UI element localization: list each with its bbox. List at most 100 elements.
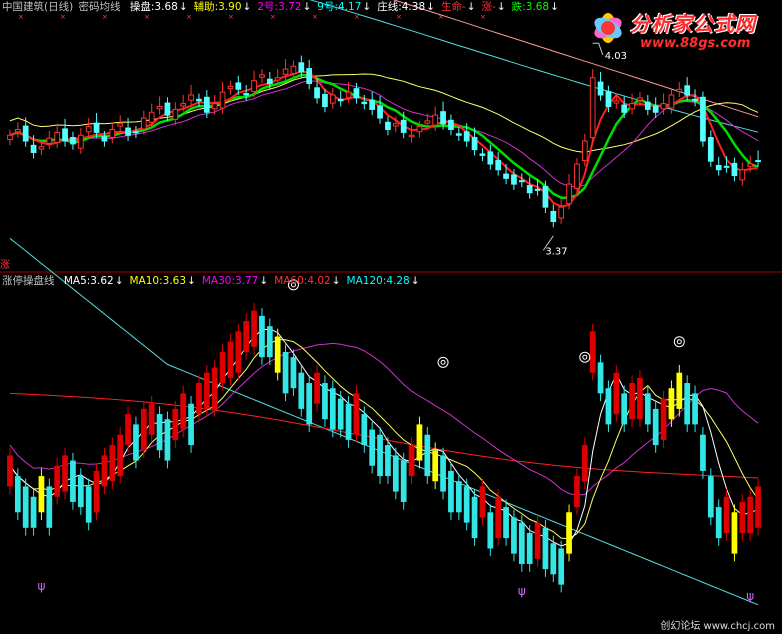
sell-signal-ring xyxy=(440,359,446,365)
top-candle xyxy=(652,105,659,113)
top-candle xyxy=(731,162,738,177)
top-candle xyxy=(637,97,643,101)
top-candle xyxy=(479,153,486,156)
top-candle xyxy=(739,169,746,181)
top-candle xyxy=(589,77,596,139)
top-candle xyxy=(707,137,714,162)
top-candle xyxy=(747,163,754,167)
top-candle xyxy=(133,131,139,134)
bottom-field-2: MA30:3.77↓ xyxy=(201,275,269,287)
top-candle xyxy=(251,80,257,93)
top-field-6: 涨-↓ xyxy=(481,1,506,13)
top-x-mark: × xyxy=(102,13,108,21)
top-candle xyxy=(85,126,92,133)
top-candle xyxy=(676,88,683,93)
top-candle xyxy=(518,180,525,183)
top-candle xyxy=(566,183,572,205)
bottom-field-3: MA60:4.02↓ xyxy=(274,275,341,287)
top-candle xyxy=(644,101,651,110)
top-candle xyxy=(298,62,305,73)
top-field-arrow-icon: ↓ xyxy=(178,1,188,13)
top-candle xyxy=(7,134,13,141)
top-candle xyxy=(172,108,179,120)
top-candle xyxy=(503,173,509,179)
top-candle xyxy=(148,111,155,123)
top-field-5: 生命-↓ xyxy=(440,1,476,13)
top-candle xyxy=(188,94,194,101)
buy-signal-marker: ψ xyxy=(746,589,754,603)
top-field-2: 2号:3.72↓ xyxy=(257,1,312,13)
top-candle xyxy=(14,129,21,133)
top-candle xyxy=(164,102,171,116)
top-field-arrow-icon: ↓ xyxy=(362,1,372,13)
top-candle xyxy=(361,101,368,105)
top-candle xyxy=(534,188,541,191)
top-candle xyxy=(692,98,698,102)
stock-title: 中国建筑(日线) xyxy=(2,1,74,13)
top-candle xyxy=(329,94,336,104)
top-candle xyxy=(755,160,761,163)
top-candle xyxy=(392,123,399,127)
top-candle xyxy=(282,68,289,75)
top-candle xyxy=(353,88,360,99)
top-x-mark: × xyxy=(270,13,276,21)
top-candle xyxy=(581,140,588,162)
top-candle xyxy=(117,123,124,127)
top-candle xyxy=(668,94,675,109)
top-candle xyxy=(156,106,163,110)
site-logo[interactable]: 分析家公式网 www.88gs.com xyxy=(586,4,776,54)
top-candle xyxy=(400,119,407,133)
top-candle xyxy=(70,137,76,145)
top-field-arrow-icon: ↓ xyxy=(496,1,506,13)
top-field-arrow-icon: ↓ xyxy=(550,1,559,13)
top-candle xyxy=(621,104,628,113)
top-candle xyxy=(180,103,187,107)
top-x-mark: × xyxy=(60,13,66,21)
bottom-field-arrow-icon: ↓ xyxy=(187,275,196,287)
bottom-field-arrow-icon: ↓ xyxy=(259,275,269,287)
sell-signal-ring xyxy=(673,336,685,348)
top-candle xyxy=(440,111,446,125)
top-candle xyxy=(235,82,242,90)
logo-title: 分析家公式网 xyxy=(630,12,756,36)
top-x-mark: × xyxy=(228,13,234,21)
top-candle xyxy=(196,98,202,102)
bottom-field-1: MA10:3.63↓ xyxy=(129,275,196,287)
bottom-field-0: MA5:3.62↓ xyxy=(63,275,124,287)
top-candle xyxy=(448,119,454,131)
top-candle xyxy=(684,85,691,96)
top-candle xyxy=(109,129,116,139)
top-candle xyxy=(266,78,273,84)
top-x-mark: × xyxy=(144,13,150,21)
top-candle xyxy=(495,160,502,171)
top-candle xyxy=(715,164,722,171)
top-candle xyxy=(660,103,667,110)
top-candle xyxy=(526,185,533,194)
top-candle xyxy=(101,136,108,142)
top-candle xyxy=(54,131,61,143)
price-chart[interactable]: × × × × × × × × × × × ×涨4.033.37ψ ψ ψ xyxy=(0,0,782,634)
top-fuzhu-line xyxy=(9,73,759,153)
top-candle xyxy=(597,81,604,96)
top-candle xyxy=(424,120,431,124)
top-candle xyxy=(550,210,557,222)
bottom-indicator-name: 涨停操盘线 xyxy=(2,275,55,287)
top-candle xyxy=(125,127,131,136)
top-field-arrow-icon: ↓ xyxy=(242,1,252,13)
top-candle xyxy=(62,128,68,142)
top-candle xyxy=(542,185,549,208)
low-label: 3.37 xyxy=(545,246,567,257)
top-candle xyxy=(700,96,706,142)
top-candle xyxy=(259,74,265,78)
buy-signal-marker: ψ xyxy=(37,579,45,593)
top-candle xyxy=(203,96,210,113)
top-candle xyxy=(93,122,100,133)
top-field-arrow-icon: ↓ xyxy=(426,1,435,13)
top-field-list: 操盘:3.68↓ 辅助:3.90↓ 2号:3.72↓ 9号:4.17↓ 庄线:4.38↓… xyxy=(130,1,565,13)
top-candle xyxy=(377,105,383,119)
top-candle xyxy=(613,100,620,104)
bottom-field-list: MA5:3.62↓ MA10:3.63↓ MA30:3.77↓ MA60:4.02↓ M… xyxy=(64,275,426,287)
top-candle xyxy=(77,134,84,149)
bottom-field-arrow-icon: ↓ xyxy=(114,275,124,287)
top-x-mark: × xyxy=(396,13,402,21)
